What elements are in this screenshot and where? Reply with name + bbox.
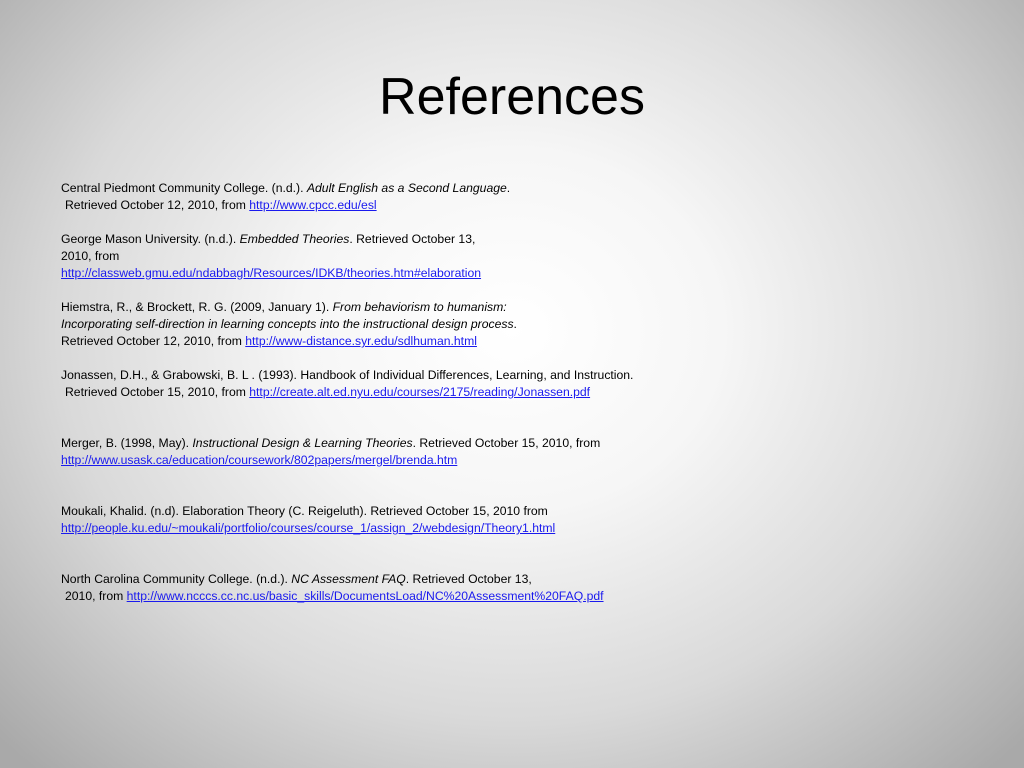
reference-entry: George Mason University. (n.d.). Embedde… — [61, 231, 701, 282]
reference-author: Central Piedmont Community College. (n.d… — [61, 181, 307, 195]
reference-link[interactable]: http://www.usask.ca/education/coursework… — [61, 453, 457, 467]
reference-line: Merger, B. (1998, May). Instructional De… — [61, 435, 701, 452]
reference-line: Moukali, Khalid. (n.d). Elaboration Theo… — [61, 504, 548, 518]
reference-line: Jonassen, D.H., & Grabowski, B. L . (199… — [61, 368, 634, 382]
reference-text: . — [506, 181, 511, 195]
reference-line: Incorporating self-direction in learning… — [61, 316, 701, 333]
reference-author: Hiemstra, R., & Brockett, R. G. (2009, J… — [61, 300, 333, 314]
reference-text: . Retrieved October 13, — [349, 232, 476, 246]
reference-title: Adult English as a Second Language — [306, 181, 507, 195]
reference-title: Instructional Design & Learning Theories — [192, 436, 413, 450]
reference-author: Merger, B. (1998, May). — [61, 436, 193, 450]
reference-link[interactable]: http://www.ncccs.cc.nc.us/basic_skills/D… — [127, 589, 604, 603]
reference-author: George Mason University. (n.d.). — [61, 232, 240, 246]
reference-entry: North Carolina Community College. (n.d.)… — [61, 571, 701, 605]
reference-entry: Moukali, Khalid. (n.d). Elaboration Theo… — [61, 503, 701, 537]
reference-line: 2010, from — [61, 249, 120, 263]
reference-retrieved: Retrieved October 12, 2010, from — [65, 198, 250, 212]
reference-text: . — [513, 317, 517, 331]
reference-link[interactable]: http://people.ku.edu/~moukali/portfolio/… — [61, 521, 555, 535]
slide: References Central Piedmont Community Co… — [0, 0, 1024, 768]
reference-line: North Carolina Community College. (n.d.)… — [61, 571, 701, 588]
reference-retrieved: Retrieved October 15, 2010, from — [65, 385, 250, 399]
reference-line: Retrieved October 12, 2010, from http://… — [61, 333, 701, 350]
reference-line: 2010, from http://www.ncccs.cc.nc.us/bas… — [61, 588, 701, 605]
reference-text: . Retrieved October 15, 2010, from — [412, 436, 601, 450]
reference-line: Retrieved October 15, 2010, from http://… — [61, 384, 701, 401]
reference-title: Incorporating self-direction in learning… — [61, 317, 514, 331]
reference-line: http://www.usask.ca/education/coursework… — [61, 452, 701, 469]
reference-entry: Jonassen, D.H., & Grabowski, B. L . (199… — [61, 367, 701, 401]
reference-link[interactable]: http://create.alt.ed.nyu.edu/courses/217… — [249, 385, 590, 399]
reference-line: George Mason University. (n.d.). Embedde… — [61, 231, 701, 248]
reference-title: NC Assessment FAQ — [291, 572, 406, 586]
reference-retrieved: Retrieved October 12, 2010, from — [61, 334, 246, 348]
reference-retrieved: 2010, from — [65, 589, 127, 603]
reference-list: Central Piedmont Community College. (n.d… — [61, 180, 701, 605]
page-title: References — [379, 68, 645, 126]
reference-link[interactable]: http://classweb.gmu.edu/ndabbagh/Resourc… — [61, 266, 481, 280]
reference-author: North Carolina Community College. (n.d.)… — [61, 572, 292, 586]
reference-text: . Retrieved October 13, — [405, 572, 532, 586]
reference-link[interactable]: http://www-distance.syr.edu/sdlhuman.htm… — [245, 334, 477, 348]
reference-entry: Merger, B. (1998, May). Instructional De… — [61, 435, 701, 469]
reference-entry: Central Piedmont Community College. (n.d… — [61, 180, 701, 214]
reference-link[interactable]: http://www.cpcc.edu/esl — [249, 198, 376, 212]
reference-line: http://people.ku.edu/~moukali/portfolio/… — [61, 520, 701, 537]
reference-line: Hiemstra, R., & Brockett, R. G. (2009, J… — [61, 299, 701, 316]
reference-line: http://classweb.gmu.edu/ndabbagh/Resourc… — [61, 265, 701, 282]
reference-line: Central Piedmont Community College. (n.d… — [61, 180, 701, 197]
reference-line: Retrieved October 12, 2010, from http://… — [61, 197, 701, 214]
reference-entry: Hiemstra, R., & Brockett, R. G. (2009, J… — [61, 299, 701, 350]
reference-title: Embedded Theories — [239, 232, 350, 246]
reference-title: From behaviorism to humanism: — [332, 300, 507, 314]
